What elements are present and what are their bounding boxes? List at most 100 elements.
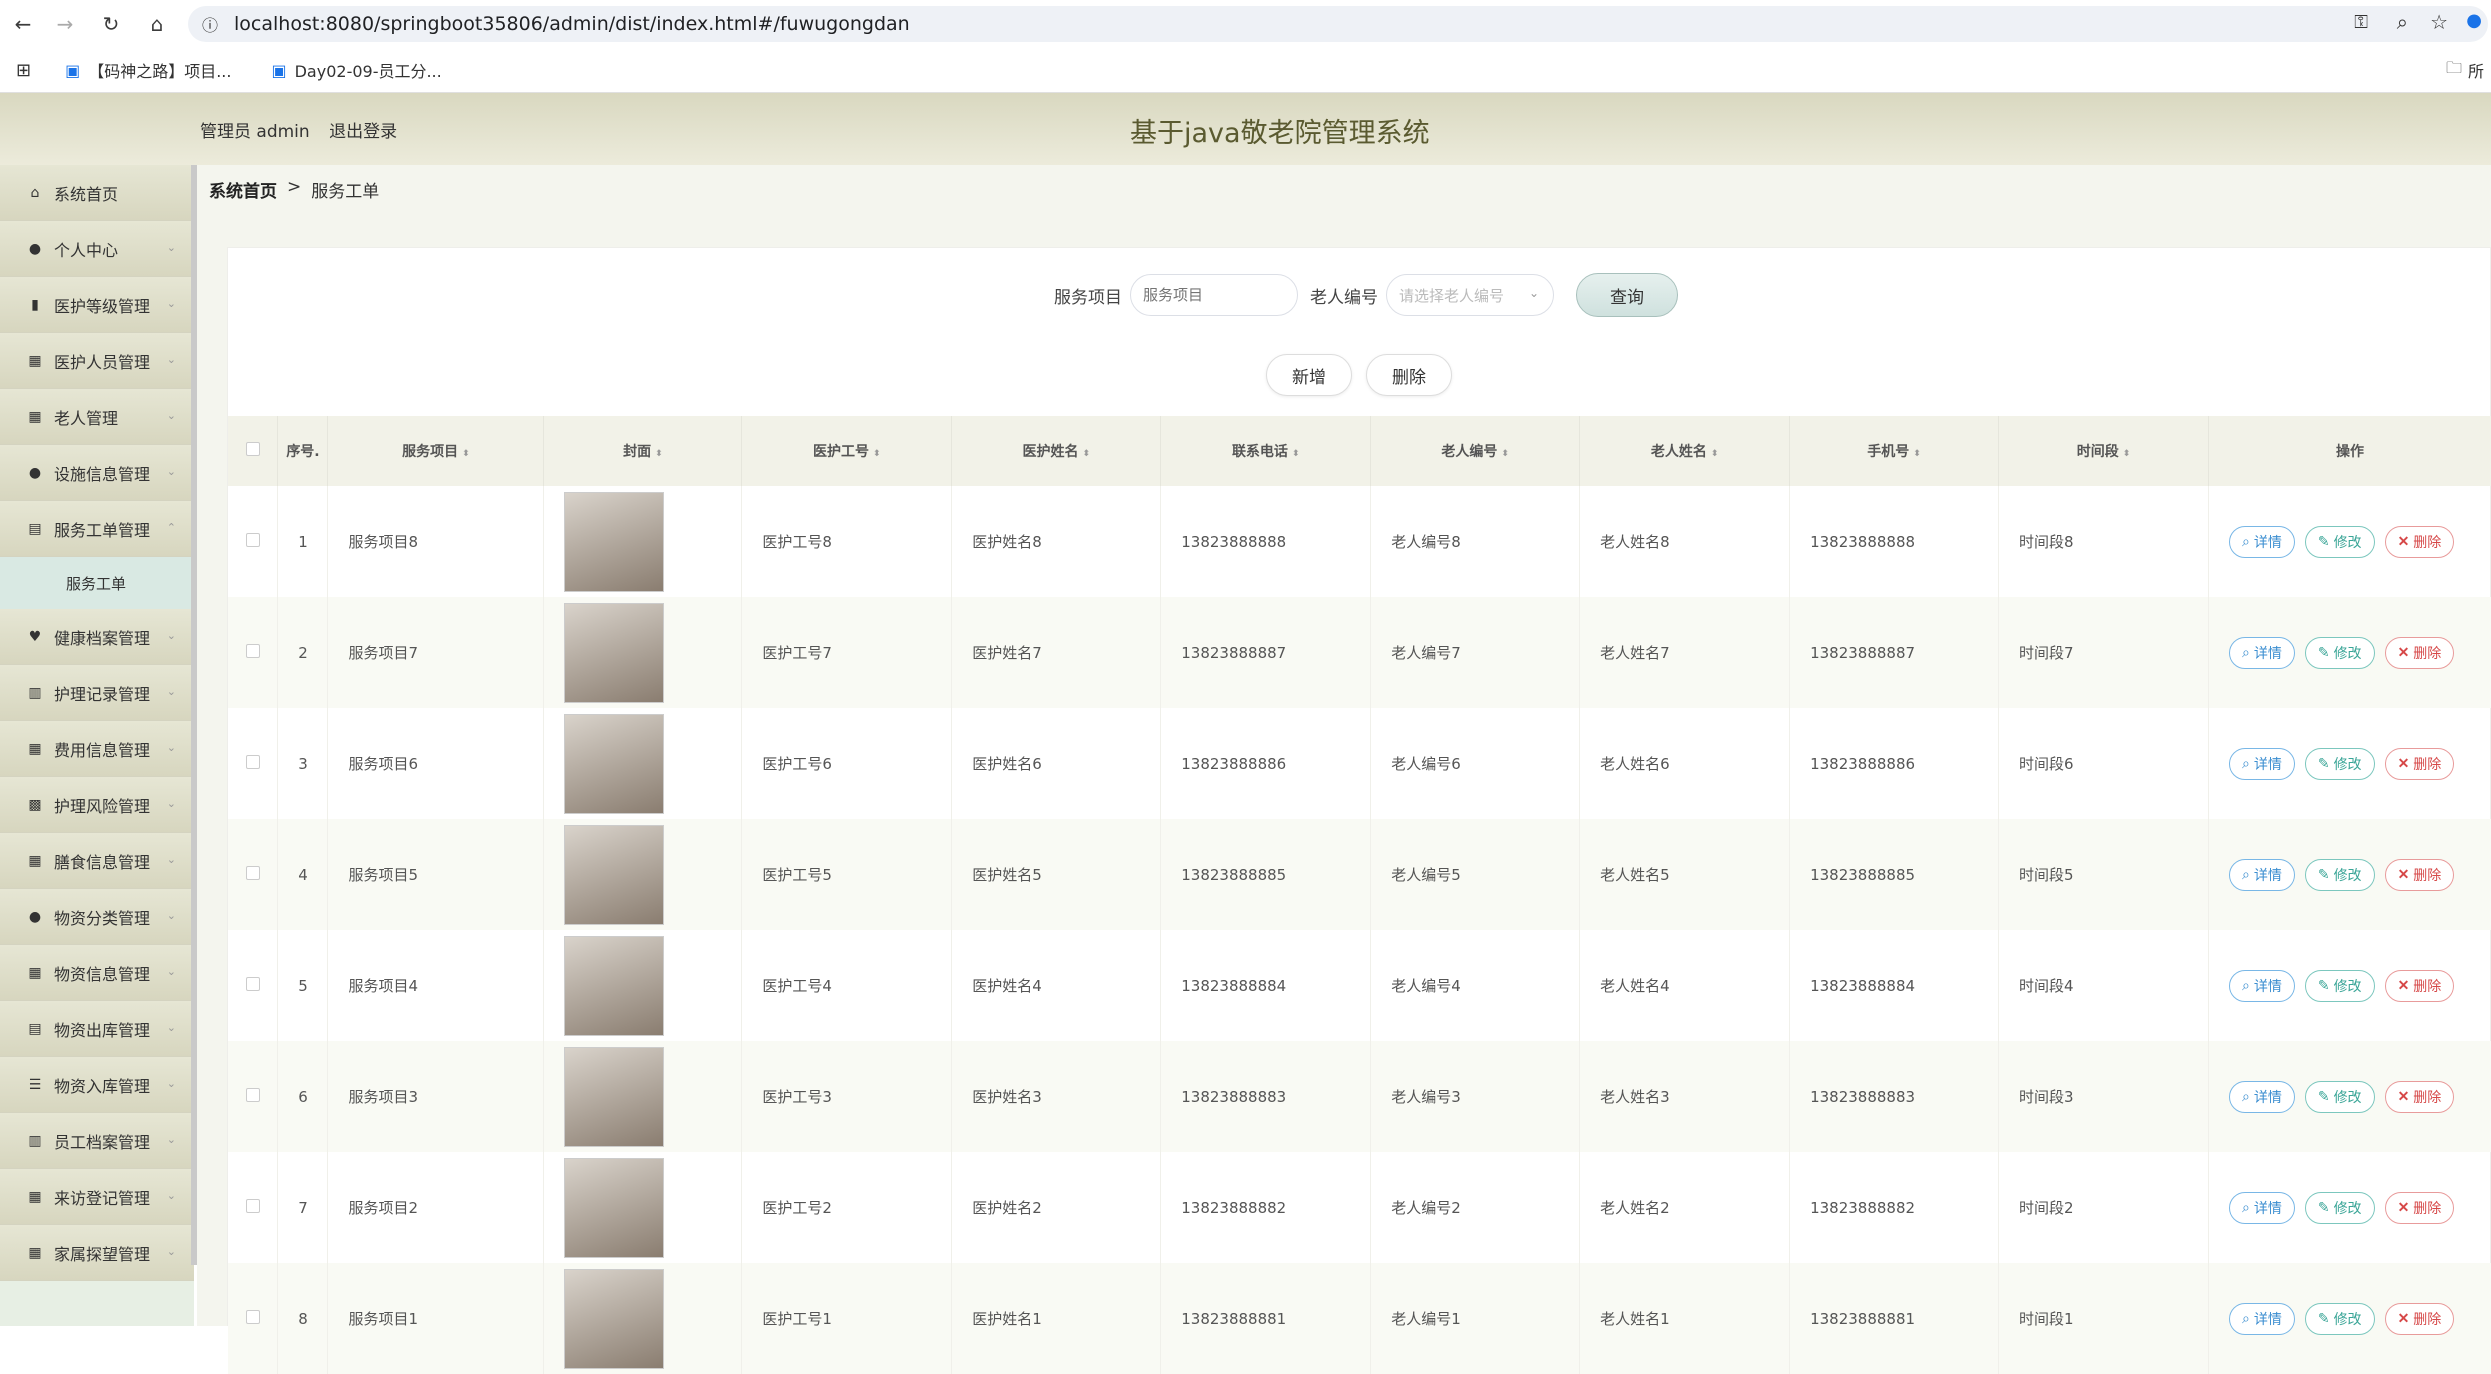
row-checkbox[interactable] (245, 1087, 260, 1102)
cover-image[interactable] (564, 713, 665, 814)
sidebar-item-family-visit[interactable]: ▦ 家属探望管理 ⌄ (0, 1225, 194, 1281)
sidebar-item-fees[interactable]: ▦ 费用信息管理 ⌄ (0, 721, 194, 777)
sidebar-item-supply-category[interactable]: ● 物资分类管理 ⌄ (0, 889, 194, 945)
sidebar-item-home[interactable]: ⌂ 系统首页 (0, 165, 194, 221)
breadcrumb-home[interactable]: 系统首页 (209, 177, 277, 202)
col-header[interactable]: 封面 ⬍ (543, 416, 743, 486)
cover-image[interactable] (564, 824, 665, 925)
row-select-cell[interactable] (228, 1263, 279, 1374)
password-key-icon[interactable]: ⚿ (2354, 12, 2368, 33)
col-header[interactable]: 手机号 ⬍ (1789, 416, 2000, 486)
delete-button[interactable]: ✕ 删除 (2384, 525, 2455, 558)
service-input[interactable] (1130, 274, 1298, 316)
sidebar-item-meals[interactable]: ▦ 膳食信息管理 ⌄ (0, 833, 194, 889)
select-all-checkbox[interactable] (245, 442, 260, 456)
detail-button[interactable]: ⌕ 详情 (2228, 969, 2295, 1002)
edit-button[interactable]: ✎ 修改 (2304, 969, 2375, 1002)
site-info-icon[interactable]: ⓘ (202, 12, 218, 36)
col-header[interactable]: 医护姓名 ⬍ (951, 416, 1162, 486)
edit-button[interactable]: ✎ 修改 (2304, 1191, 2375, 1224)
sidebar-item-visitor[interactable]: ▦ 来访登记管理 ⌄ (0, 1169, 194, 1225)
batch-delete-button[interactable]: 删除 (1366, 354, 1452, 396)
row-checkbox[interactable] (245, 754, 260, 769)
delete-button[interactable]: ✕ 删除 (2384, 636, 2455, 669)
col-header[interactable]: 老人姓名 ⬍ (1579, 416, 1791, 486)
row-checkbox[interactable] (245, 1198, 260, 1213)
sidebar-item-staff[interactable]: ▦ 医护人员管理 ⌄ (0, 333, 194, 389)
forward-arrow-icon[interactable]: → (52, 11, 78, 37)
detail-button[interactable]: ⌕ 详情 (2228, 1191, 2295, 1224)
cover-image[interactable] (564, 1268, 665, 1369)
edit-button[interactable]: ✎ 修改 (2304, 858, 2375, 891)
sort-icon[interactable]: ⬍ (655, 449, 663, 459)
address-bar[interactable]: ⓘ localhost:8080/springboot35806/admin/d… (188, 6, 2488, 42)
row-checkbox[interactable] (245, 532, 260, 547)
delete-button[interactable]: ✕ 删除 (2384, 1302, 2455, 1335)
row-select-cell[interactable] (228, 486, 279, 597)
row-select-cell[interactable] (228, 597, 279, 708)
row-checkbox[interactable] (245, 865, 260, 880)
col-header[interactable]: 时间段 ⬍ (1998, 416, 2209, 486)
cover-image[interactable] (564, 491, 665, 592)
row-select-cell[interactable] (228, 1041, 279, 1152)
row-checkbox[interactable] (245, 976, 260, 991)
col-header[interactable]: 老人编号 ⬍ (1370, 416, 1581, 486)
sidebar-item-nursing-record[interactable]: ▥ 护理记录管理 ⌄ (0, 665, 194, 721)
sidebar-item-profile[interactable]: ● 个人中心 ⌄ (0, 221, 194, 277)
sidebar-item-supply-out[interactable]: ▤ 物资出库管理 ⌄ (0, 1001, 194, 1057)
detail-button[interactable]: ⌕ 详情 (2228, 858, 2295, 891)
sidebar-item-risk[interactable]: ▩ 护理风险管理 ⌄ (0, 777, 194, 833)
apps-grid-icon[interactable]: ⊞ (16, 60, 31, 81)
sort-icon[interactable]: ⬍ (873, 449, 881, 459)
logout-link[interactable]: 退出登录 (329, 122, 397, 142)
query-button[interactable]: 查询 (1576, 273, 1678, 317)
detail-button[interactable]: ⌕ 详情 (2228, 1080, 2295, 1113)
profile-icon[interactable]: ● (2466, 10, 2482, 31)
delete-button[interactable]: ✕ 删除 (2384, 1191, 2455, 1224)
zoom-icon[interactable]: ⌕ (2397, 10, 2408, 34)
edit-button[interactable]: ✎ 修改 (2304, 1080, 2375, 1113)
row-checkbox[interactable] (245, 643, 260, 658)
sort-icon[interactable]: ⬍ (1292, 449, 1300, 459)
sidebar-item-supply-in[interactable]: ☰ 物资入库管理 ⌄ (0, 1057, 194, 1113)
sidebar-item-care-level[interactable]: ▮ 医护等级管理 ⌄ (0, 277, 194, 333)
edit-button[interactable]: ✎ 修改 (2304, 525, 2375, 558)
cover-image[interactable] (564, 1046, 665, 1147)
sidebar-item-supply-info[interactable]: ▦ 物资信息管理 ⌄ (0, 945, 194, 1001)
reload-icon[interactable]: ↻ (98, 11, 124, 37)
col-header[interactable]: 医护工号 ⬍ (741, 416, 953, 486)
delete-button[interactable]: ✕ 删除 (2384, 1080, 2455, 1113)
home-icon[interactable]: ⌂ (144, 11, 170, 37)
delete-button[interactable]: ✕ 删除 (2384, 747, 2455, 780)
back-arrow-icon[interactable]: ← (10, 11, 36, 37)
edit-button[interactable]: ✎ 修改 (2304, 636, 2375, 669)
detail-button[interactable]: ⌕ 详情 (2228, 1302, 2295, 1335)
bookmark-item[interactable]: ▣ Day02-09-员工分... (271, 58, 441, 82)
sidebar-item-service-order[interactable]: ▤ 服务工单管理 ⌃ (0, 501, 194, 557)
sort-icon[interactable]: ⬍ (462, 449, 470, 459)
detail-button[interactable]: ⌕ 详情 (2228, 747, 2295, 780)
sidebar-item-facility[interactable]: ● 设施信息管理 ⌄ (0, 445, 194, 501)
cover-image[interactable] (564, 935, 665, 1036)
delete-button[interactable]: ✕ 删除 (2384, 858, 2455, 891)
row-select-cell[interactable] (228, 1152, 279, 1263)
bookmark-folder[interactable]: 🗀 所 (2446, 57, 2484, 84)
row-select-cell[interactable] (228, 708, 279, 819)
sort-icon[interactable]: ⬍ (1711, 449, 1719, 459)
sidebar-item-health[interactable]: ♥ 健康档案管理 ⌄ (0, 609, 194, 665)
bookmark-item[interactable]: ▣ 【码神之路】项目... (65, 58, 231, 82)
sidebar-subitem-service-order[interactable]: 服务工单 (0, 557, 194, 609)
elder-select[interactable]: 请选择老人编号 ⌄ (1386, 274, 1554, 316)
cover-image[interactable] (564, 602, 665, 703)
sort-icon[interactable]: ⬍ (1501, 449, 1509, 459)
select-all-header[interactable] (228, 416, 279, 486)
row-checkbox[interactable] (245, 1309, 260, 1324)
row-select-cell[interactable] (228, 819, 279, 930)
sidebar-item-employee[interactable]: ▥ 员工档案管理 ⌄ (0, 1113, 194, 1169)
sort-icon[interactable]: ⬍ (1913, 449, 1921, 459)
detail-button[interactable]: ⌕ 详情 (2228, 525, 2295, 558)
star-icon[interactable]: ☆ (2430, 10, 2448, 34)
detail-button[interactable]: ⌕ 详情 (2228, 636, 2295, 669)
row-select-cell[interactable] (228, 930, 279, 1041)
col-header[interactable]: 服务项目 ⬍ (327, 416, 545, 486)
